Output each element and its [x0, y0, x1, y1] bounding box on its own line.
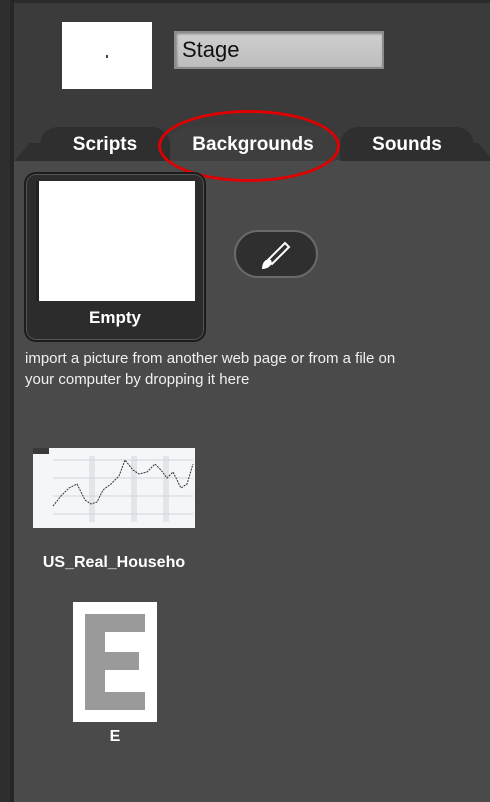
background-thumbnail — [33, 448, 195, 528]
costume-image — [36, 181, 195, 301]
tab-sounds[interactable]: Sounds — [340, 127, 474, 161]
stage-name-field[interactable] — [174, 31, 384, 69]
background-thumbnail — [73, 602, 157, 722]
paint-button[interactable] — [234, 230, 318, 278]
background-label: US_Real_Househo — [42, 554, 186, 571]
left-divider — [0, 0, 14, 802]
paintbrush-icon — [262, 241, 291, 269]
background-item[interactable]: E — [60, 602, 170, 746]
tab-scripts[interactable]: Scripts — [40, 127, 170, 161]
stage-thumbnail — [62, 22, 152, 89]
background-label: E — [109, 728, 121, 745]
costume-label: Empty — [89, 308, 141, 327]
import-hint: import a picture from another web page o… — [25, 350, 396, 388]
current-costume-card[interactable]: Empty — [24, 172, 206, 342]
background-item[interactable]: US_Real_Househo — [26, 448, 202, 572]
